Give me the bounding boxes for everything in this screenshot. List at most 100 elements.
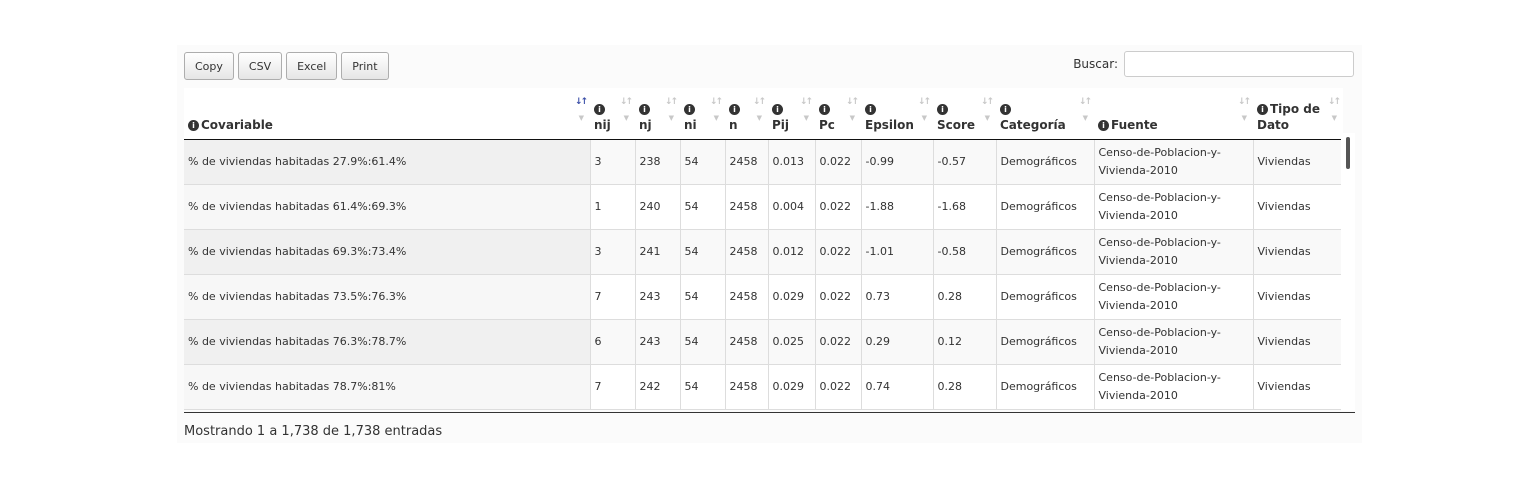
search-box: Buscar: [1073, 51, 1354, 77]
table-cell: Censo-de-Poblacion-y-Vivienda-2010 [1093, 184, 1253, 230]
sort-icon[interactable]: ↓↑ [620, 94, 633, 110]
column-header-4[interactable]: i n ↓↑ ▼ [725, 88, 768, 140]
table-cell: % de viviendas habitadas 69.3%:73.4% [184, 229, 590, 275]
table-cell: 54 [679, 184, 725, 230]
table-cell: Viviendas [1252, 319, 1343, 365]
info-icon[interactable]: i [684, 104, 695, 115]
csv-button[interactable]: CSV [237, 52, 283, 80]
chevron-down-icon: ▼ [578, 114, 584, 122]
table-cell: 0.022 [814, 364, 861, 410]
table-cell: 0.022 [814, 139, 861, 185]
column-header-11[interactable]: i Tipo de Dato ↓↑ ▼ [1253, 88, 1343, 140]
table-cell: 0.28 [932, 274, 996, 320]
table-cell: 2458 [724, 184, 768, 230]
column-header-6[interactable]: i Pc ↓↑ ▼ [815, 88, 861, 140]
copy-button[interactable]: Copy [184, 52, 234, 80]
table-cell: -1.68 [932, 184, 996, 230]
search-label: Buscar: [1073, 57, 1118, 71]
table-cell: 243 [634, 274, 680, 320]
column-header-8[interactable]: i Score ↓↑ ▼ [933, 88, 996, 140]
column-label-line2: Epsilon [865, 118, 914, 132]
table-cell: -0.58 [932, 229, 996, 275]
table-cell: 0.025 [767, 319, 815, 365]
table-cell: 0.022 [814, 274, 861, 320]
column-header-5[interactable]: i Pij ↓↑ ▼ [768, 88, 815, 140]
column-header-9[interactable]: i Categoría ↓↑ ▼ [996, 88, 1094, 140]
info-icon[interactable]: i [1000, 104, 1011, 115]
sort-icon[interactable]: ↓↑ [1238, 94, 1251, 110]
table-cell: 0.022 [814, 184, 861, 230]
column-header-2[interactable]: i nj ↓↑ ▼ [635, 88, 680, 140]
table-row[interactable]: % de viviendas habitadas 61.4%:69.3% 1 240… [184, 184, 1343, 230]
table-cell: Censo-de-Poblacion-y-Vivienda-2010 [1093, 229, 1253, 275]
info-icon[interactable]: i [1098, 120, 1109, 131]
table-cell: 240 [634, 184, 680, 230]
sort-icon[interactable]: ↓↑ [710, 94, 723, 110]
table-cell: -0.99 [860, 139, 933, 185]
chevron-down-icon: ▼ [921, 114, 927, 122]
table-info: Mostrando 1 a 1,738 de 1,738 entradas [184, 424, 443, 439]
scrollbar-thumb[interactable] [1346, 137, 1350, 169]
sort-icon[interactable]: ↓↑ [1328, 94, 1341, 110]
table-row[interactable]: % de viviendas habitadas 27.9%:61.4% 3 238… [184, 139, 1343, 185]
table-cell: 54 [679, 319, 725, 365]
table-cell: 0.013 [767, 139, 815, 185]
vertical-scrollbar[interactable] [1341, 133, 1355, 411]
chevron-down-icon: ▼ [713, 114, 719, 122]
table-cell: 0.12 [932, 319, 996, 365]
table-cell: 0.28 [932, 364, 996, 410]
table-cell: -1.88 [860, 184, 933, 230]
table-row[interactable]: % de viviendas habitadas 73.5%:76.3% 7 243… [184, 274, 1343, 320]
column-header-7[interactable]: i Epsilon ↓↑ ▼ [861, 88, 933, 140]
sort-icon[interactable]: ↓↑ [575, 94, 588, 110]
table-cell: Demográficos [995, 229, 1094, 275]
info-icon[interactable]: i [188, 120, 199, 131]
column-label-text: Covariable [201, 118, 273, 132]
table-cell: 6 [589, 319, 635, 365]
search-input[interactable] [1124, 51, 1354, 77]
table-cell: 243 [634, 319, 680, 365]
sort-icon[interactable]: ↓↑ [800, 94, 813, 110]
column-header-1[interactable]: i nij ↓↑ ▼ [590, 88, 635, 140]
chevron-down-icon: ▼ [1082, 114, 1088, 122]
chevron-down-icon: ▼ [803, 114, 809, 122]
sort-icon[interactable]: ↓↑ [1079, 94, 1092, 110]
sort-icon[interactable]: ↓↑ [665, 94, 678, 110]
chevron-down-icon: ▼ [756, 114, 762, 122]
table-cell: 0.29 [860, 319, 933, 365]
table-header-row: i Covariable ↓↑ ▼ i nij ↓↑ ▼ i nj ↓↑ ▼ i ni ↓↑ ▼ i n ↓↑ ▼ i P… [184, 88, 1343, 140]
table-cell: 0.022 [814, 319, 861, 365]
info-icon[interactable]: i [937, 104, 948, 115]
table-cell: % de viviendas habitadas 73.5%:76.3% [184, 274, 590, 320]
table-cell: 0.73 [860, 274, 933, 320]
table-cell: 3 [589, 229, 635, 275]
info-icon[interactable]: i [819, 104, 830, 115]
column-header-0[interactable]: i Covariable ↓↑ ▼ [184, 88, 590, 140]
sort-icon[interactable]: ↓↑ [981, 94, 994, 110]
info-icon[interactable]: i [772, 104, 783, 115]
sort-icon[interactable]: ↓↑ [753, 94, 766, 110]
table-cell: 3 [589, 139, 635, 185]
table-row[interactable]: % de viviendas habitadas 78.7%:81% 7 242 54… [184, 364, 1343, 410]
column-label-line2: Dato [1257, 118, 1290, 132]
info-icon[interactable]: i [594, 104, 605, 115]
table-cell: 54 [679, 229, 725, 275]
column-header-3[interactable]: i ni ↓↑ ▼ [680, 88, 725, 140]
table-cell: 0.004 [767, 184, 815, 230]
print-button[interactable]: Print [341, 52, 389, 80]
info-icon[interactable]: i [729, 104, 740, 115]
table-cell: 7 [589, 274, 635, 320]
column-header-10[interactable]: i Fuente ↓↑ ▼ [1094, 88, 1253, 140]
column-label-text: Tipo de [1270, 102, 1321, 116]
info-icon[interactable]: i [1257, 104, 1268, 115]
sort-icon[interactable]: ↓↑ [918, 94, 931, 110]
table-cell: 0.74 [860, 364, 933, 410]
export-toolbar: Copy CSV Excel Print [184, 52, 389, 80]
table-cell: Censo-de-Poblacion-y-Vivienda-2010 [1093, 274, 1253, 320]
sort-icon[interactable]: ↓↑ [846, 94, 859, 110]
table-row[interactable]: % de viviendas habitadas 69.3%:73.4% 3 241… [184, 229, 1343, 275]
table-row[interactable]: % de viviendas habitadas 76.3%:78.7% 6 243… [184, 319, 1343, 365]
info-icon[interactable]: i [865, 104, 876, 115]
info-icon[interactable]: i [639, 104, 650, 115]
excel-button[interactable]: Excel [286, 52, 338, 80]
